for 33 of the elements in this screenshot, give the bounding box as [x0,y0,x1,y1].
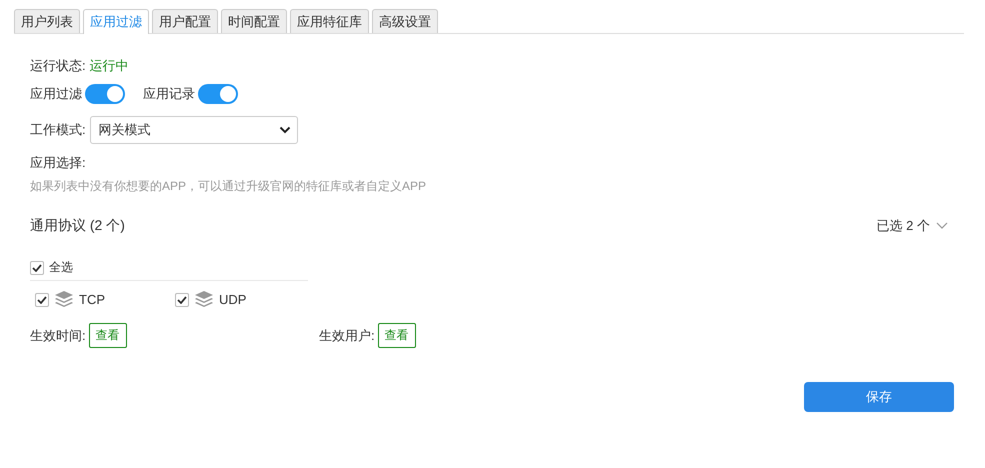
select-all-label: 全选 [49,259,73,276]
toggle-switch[interactable] [198,84,238,104]
hint-text: 如果列表中没有你想要的APP，可以通过升级官网的特征库或者自定义APP [30,178,428,195]
checkbox[interactable] [175,292,189,306]
checkbox[interactable] [30,260,44,274]
work-mode-select[interactable]: 网关模式 [90,116,298,144]
group-title: 通用协议 (2 个) [30,217,125,235]
checkbox[interactable] [35,292,49,306]
protocol-name: UDP [219,292,246,307]
protocol-name: TCP [79,292,105,307]
effect-label: 生效用户: [319,326,375,344]
toggle-label: 应用记录 [143,85,195,103]
status-value: 运行中 [90,57,129,75]
caret-icon [278,126,291,134]
view-button[interactable]: 查看 [378,323,416,348]
toggle-label: 应用过滤 [30,85,82,103]
tab[interactable]: 应用过滤 [83,9,149,34]
chevron-icon [936,222,948,230]
selected-summary[interactable]: 已选 2 个 [876,217,948,235]
app-select-label: 应用选择: [30,154,86,172]
save-button[interactable]: 保存 [804,382,954,412]
layers-icon [55,291,73,308]
tab[interactable]: 高级设置 [372,9,438,33]
view-button[interactable]: 查看 [88,323,127,348]
toggle-switch[interactable] [85,84,125,104]
tab[interactable]: 应用特征库 [290,9,369,33]
tab[interactable]: 用户配置 [152,9,218,33]
tab[interactable]: 用户列表 [14,9,80,33]
effect-label: 生效时间: [30,326,86,344]
status-label: 运行状态: [30,57,86,75]
tab[interactable]: 时间配置 [221,9,287,33]
work-mode-label: 工作模式: [30,121,86,139]
layers-icon [195,291,213,308]
